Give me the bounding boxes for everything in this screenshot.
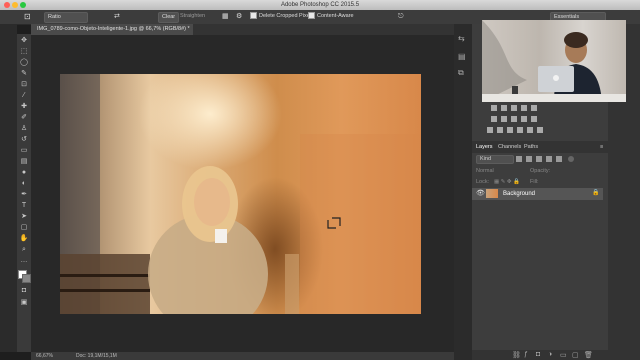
history-panel-icon[interactable]: ⇆ bbox=[458, 34, 465, 43]
type-filter-icon[interactable] bbox=[536, 156, 542, 162]
blur-tool-icon[interactable]: ● bbox=[19, 168, 29, 177]
smart-object-filter-icon[interactable] bbox=[556, 156, 562, 162]
tools-panel: ✥ ⬚ ◯ ✎ ⊡ ⁄ ✚ ✐ ♙ ↺ ▭ ▤ ● ◐ ✒ T ➤ ▢ ✋ ⌕ … bbox=[17, 34, 31, 352]
opacity-label: Opacity: bbox=[530, 168, 551, 174]
kind-filter-select[interactable]: Kind bbox=[476, 155, 514, 164]
ratio-select-label: Ratio bbox=[48, 14, 61, 20]
link-layers-icon[interactable]: ⛓ bbox=[512, 351, 521, 359]
clear-button-label: Clear bbox=[162, 14, 176, 20]
background-color-swatch[interactable] bbox=[22, 274, 31, 283]
dodge-tool-icon[interactable]: ◐ bbox=[19, 179, 29, 188]
document-tab-label: IMG_0789-como-Objeto-Inteligente-1.jpg @… bbox=[37, 26, 190, 32]
screen-mode-icon[interactable]: ▣ bbox=[19, 298, 29, 307]
tab-bar-empty bbox=[193, 24, 454, 35]
lock-icons[interactable]: ▦ ✎ ✥ 🔒 bbox=[494, 177, 520, 187]
layer-thumbnail bbox=[486, 189, 498, 198]
kind-filter-row: Kind bbox=[472, 154, 608, 164]
overlay-grid-icon[interactable]: ▦ bbox=[222, 12, 229, 21]
webcam-scene bbox=[482, 20, 626, 102]
content-aware-label: Content-Aware bbox=[317, 13, 354, 19]
healing-tool-icon[interactable]: ✚ bbox=[19, 102, 29, 111]
cancel-crop-icon[interactable]: ⎋ bbox=[398, 12, 404, 21]
visibility-eye-icon[interactable]: 👁 bbox=[476, 189, 485, 197]
straighten-button[interactable]: Straighten bbox=[180, 12, 205, 21]
straighten-label: Straighten bbox=[180, 13, 206, 19]
quick-select-tool-icon[interactable]: ✎ bbox=[19, 69, 29, 78]
swap-ratio-icon[interactable]: ⇄ bbox=[114, 12, 120, 21]
tab-paths[interactable]: Paths bbox=[524, 143, 538, 152]
layer-name[interactable]: Background bbox=[503, 189, 535, 199]
kind-label: Kind bbox=[480, 156, 492, 162]
delete-cropped-checkbox[interactable]: Delete Cropped Pixels bbox=[250, 12, 314, 21]
move-tool-icon[interactable]: ✥ bbox=[19, 36, 29, 45]
shape-filter-icon[interactable] bbox=[546, 156, 552, 162]
pen-tool-icon[interactable]: ✒ bbox=[19, 190, 29, 199]
new-layer-icon[interactable]: ▢ bbox=[572, 351, 579, 359]
stamp-tool-icon[interactable]: ♙ bbox=[19, 124, 29, 133]
type-tool-icon[interactable]: T bbox=[19, 201, 29, 210]
layers-footer: ⛓ ƒ ◘ ◑ ▭ ▢ 🗑 bbox=[472, 350, 608, 360]
blend-mode-select[interactable]: Normal bbox=[476, 166, 494, 176]
add-mask-icon[interactable]: ◘ bbox=[536, 351, 540, 358]
path-select-tool-icon[interactable]: ➤ bbox=[19, 212, 29, 221]
marquee-tool-icon[interactable]: ⬚ bbox=[19, 47, 29, 56]
left-dock bbox=[0, 24, 17, 352]
zoom-tool-icon[interactable]: ⌕ bbox=[19, 245, 29, 254]
zoom-level[interactable]: 66,67% bbox=[36, 352, 53, 360]
pixel-filter-icon[interactable] bbox=[516, 156, 522, 162]
eyedropper-tool-icon[interactable]: ⁄ bbox=[19, 91, 29, 100]
trash-icon[interactable]: 🗑 bbox=[584, 351, 593, 359]
eraser-tool-icon[interactable]: ▭ bbox=[19, 146, 29, 155]
minimize-window-icon[interactable] bbox=[12, 2, 18, 8]
lasso-tool-icon[interactable]: ◯ bbox=[19, 58, 29, 67]
adjustment-filter-icon[interactable] bbox=[526, 156, 532, 162]
gear-icon[interactable]: ⚙ bbox=[236, 12, 242, 21]
fill-label: Fill: bbox=[530, 179, 539, 185]
clear-button[interactable]: Clear bbox=[158, 12, 180, 23]
close-window-icon[interactable] bbox=[4, 2, 10, 8]
more-tools-icon[interactable]: … bbox=[19, 256, 29, 265]
hand-tool-icon[interactable]: ✋ bbox=[19, 234, 29, 243]
layer-style-icon[interactable]: ƒ bbox=[524, 351, 528, 358]
tab-channels[interactable]: Channels bbox=[498, 143, 521, 152]
content-aware-checkbox[interactable]: Content-Aware bbox=[308, 12, 354, 21]
webcam-overlay bbox=[482, 20, 626, 102]
crop-tool-icon[interactable]: ⊡ bbox=[19, 80, 29, 89]
photo-scene bbox=[60, 74, 421, 314]
zoom-window-icon[interactable] bbox=[20, 2, 26, 8]
status-bar: 66,67% Doc: 19,1M/15,1M bbox=[31, 352, 454, 360]
adjustment-layer-icon[interactable]: ◑ bbox=[548, 351, 552, 358]
layer-row-background[interactable]: 👁 Background 🔒 bbox=[472, 188, 603, 200]
adjustment-icons bbox=[487, 105, 543, 133]
window-title: Adobe Photoshop CC 2015.5 bbox=[280, 2, 360, 8]
ratio-select[interactable]: Ratio bbox=[44, 12, 88, 23]
panel-menu-icon[interactable]: ≡ bbox=[600, 143, 603, 152]
crop-tool-icon[interactable]: ⊡ bbox=[24, 12, 31, 21]
blend-row: Normal Opacity: bbox=[472, 166, 608, 176]
properties-panel-icon[interactable]: ▤ bbox=[458, 52, 466, 61]
lock-row: Lock: ▦ ✎ ✥ 🔒 Fill: bbox=[472, 177, 608, 187]
adjustments-panel bbox=[487, 104, 547, 136]
document-tab[interactable]: IMG_0789-como-Objeto-Inteligente-1.jpg @… bbox=[31, 24, 193, 35]
doc-info[interactable]: Doc: 19,1M/15,1M bbox=[76, 352, 117, 360]
filter-toggle-icon[interactable] bbox=[568, 156, 574, 162]
lock-icon: 🔒 bbox=[592, 190, 600, 196]
tab-layers[interactable]: Layers bbox=[476, 143, 493, 152]
history-brush-tool-icon[interactable]: ↺ bbox=[19, 135, 29, 144]
delete-cropped-label: Delete Cropped Pixels bbox=[259, 13, 314, 19]
document-image[interactable] bbox=[60, 74, 421, 314]
libraries-panel-icon[interactable]: ⧉ bbox=[458, 68, 464, 78]
title-bar: Adobe Photoshop CC 2015.5 bbox=[0, 0, 640, 10]
lock-label: Lock: bbox=[476, 179, 490, 185]
group-icon[interactable]: ▭ bbox=[560, 351, 567, 359]
gradient-tool-icon[interactable]: ▤ bbox=[19, 157, 29, 166]
layers-panel-tabs: Layers Channels Paths ≡ bbox=[472, 141, 608, 153]
shape-tool-icon[interactable]: ▢ bbox=[19, 223, 29, 232]
brush-tool-icon[interactable]: ✐ bbox=[19, 113, 29, 122]
quick-mask-icon[interactable]: ◘ bbox=[19, 286, 29, 295]
